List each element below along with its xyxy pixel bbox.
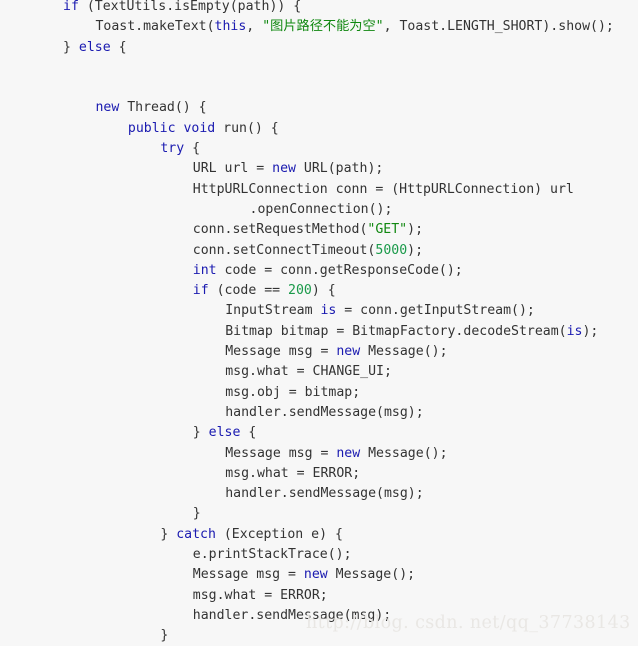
code-token-pln: Message msg = — [225, 344, 337, 360]
code-line: handler.sendMessage(msg); — [0, 403, 638, 423]
code-line: Message msg = new Message(); — [0, 565, 638, 585]
code-token-str: "GET" — [367, 222, 408, 238]
code-token-pln: (Exception e) { — [215, 526, 343, 542]
code-token-pln: msg.what = ERROR; — [192, 587, 328, 603]
code-token-pln: Message(); — [327, 567, 416, 583]
code-line: int code = conn.getResponseCode(); — [0, 261, 638, 281]
code-token-num: 200 — [288, 283, 312, 299]
code-token-kw: catch — [176, 526, 216, 542]
code-token-kw: is — [320, 303, 337, 319]
code-token-pln: .openConnection(); — [249, 201, 393, 217]
code-token-pln: Toast.makeText( — [95, 19, 215, 35]
code-token-kw: new — [272, 161, 296, 177]
code-token-pln: = conn.getInputStream(); — [336, 303, 535, 319]
code-token-kw: this — [214, 19, 247, 35]
code-token-pln: URL url = — [192, 161, 273, 177]
code-token-kw: new — [336, 445, 361, 461]
code-token-pln: Thread() { — [119, 100, 207, 116]
code-token-pln: msg.what = CHANGE_UI; — [225, 364, 392, 380]
code-line: new Thread() { — [0, 98, 638, 118]
code-token-pln: ) { — [311, 283, 336, 299]
code-token-kw: void — [183, 120, 216, 136]
code-line: } else { — [0, 38, 638, 58]
code-line: msg.what = CHANGE_UI; — [0, 362, 638, 382]
code-line: try { — [0, 139, 638, 159]
code-token-pln: ); — [407, 242, 424, 258]
code-token-pln: } — [160, 628, 169, 644]
code-token-pln: Message(); — [360, 445, 448, 461]
code-token-kw: new — [95, 100, 120, 116]
code-token-pln: conn.setConnectTimeout( — [192, 242, 376, 258]
code-token-kw: try — [160, 141, 185, 157]
code-token-pln: handler.sendMessage(msg); — [225, 486, 424, 502]
code-token-pln: e.printStackTrace(); — [192, 547, 352, 563]
code-token-kw: else — [208, 425, 241, 441]
code-token-pln: URL(path); — [295, 161, 384, 177]
code-token-pln: } — [63, 39, 79, 55]
code-token-kw: int — [192, 262, 217, 278]
code-token-pln: Message msg = — [225, 445, 337, 461]
code-line: if (TextUtils.isEmpty(path)) { — [0, 0, 638, 17]
code-line: public void run() { — [0, 119, 638, 139]
code-token-kw: new — [336, 344, 361, 360]
code-line: conn.setConnectTimeout(5000); — [0, 241, 638, 261]
code-token-pln: Message msg = — [192, 567, 304, 583]
code-token-pln: } — [192, 425, 209, 441]
code-token-pln: (code == — [208, 283, 289, 299]
code-token-pln: InputStream — [225, 303, 321, 319]
code-token-pln: , — [246, 19, 263, 35]
code-token-kw: is — [566, 323, 583, 339]
code-line: } else { — [0, 423, 638, 443]
code-token-pln: code = conn.getResponseCode(); — [216, 262, 463, 278]
code-token-pln: { — [110, 39, 127, 55]
code-line: msg.obj = bitmap; — [0, 383, 638, 403]
code-token-pln: , Toast.LENGTH_SHORT).show(); — [383, 19, 614, 35]
code-line: InputStream is = conn.getInputStream(); — [0, 301, 638, 321]
code-screenshot: if (TextUtils.isEmpty(path)) {Toast.make… — [0, 0, 638, 646]
code-token-pln: HttpURLConnection conn = (HttpURLConnect… — [192, 181, 574, 197]
code-token-kw: if — [192, 283, 209, 299]
code-token-pln: { — [240, 425, 257, 441]
code-token-pln: } — [192, 506, 201, 522]
code-token-pln: msg.obj = bitmap; — [225, 384, 361, 400]
code-token-num: 5000 — [375, 242, 408, 258]
code-line: conn.setRequestMethod("GET"); — [0, 220, 638, 240]
code-line: Message msg = new Message(); — [0, 342, 638, 362]
code-token-pln: Message(); — [360, 344, 448, 360]
code-line: if (code == 200) { — [0, 281, 638, 301]
code-token-pln: conn.setRequestMethod( — [192, 222, 368, 238]
code-token-pln: run() { — [215, 120, 279, 136]
code-token-pln: msg.what = ERROR; — [225, 465, 361, 481]
code-line: e.printStackTrace(); — [0, 545, 638, 565]
code-line: Message msg = new Message(); — [0, 444, 638, 464]
code-token-pln: ); — [407, 222, 424, 238]
code-token-kw: else — [78, 39, 111, 55]
code-line: } — [0, 504, 638, 524]
code-token-kw: public — [127, 120, 176, 136]
code-token-pln: handler.sendMessage(msg); — [225, 404, 424, 420]
code-token-pln: ); — [582, 323, 599, 339]
code-token-kw: new — [303, 567, 328, 583]
code-line: Toast.makeText(this, "图片路径不能为空", Toast.L… — [0, 17, 638, 37]
code-token-str: "图片路径不能为空" — [262, 19, 384, 35]
code-line: Bitmap bitmap = BitmapFactory.decodeStre… — [0, 322, 638, 342]
code-token-pln: Bitmap bitmap = BitmapFactory.decodeStre… — [225, 323, 567, 339]
code-line: } catch (Exception e) { — [0, 525, 638, 545]
code-token-kw: if — [63, 0, 79, 14]
code-listing[interactable]: if (TextUtils.isEmpty(path)) {Toast.make… — [0, 0, 638, 646]
watermark-text: http://blog. csdn. net/qq_37738143 — [306, 613, 631, 633]
code-line: handler.sendMessage(msg); — [0, 484, 638, 504]
code-line: HttpURLConnection conn = (HttpURLConnect… — [0, 180, 638, 200]
code-token-pln: (TextUtils.isEmpty(path)) { — [78, 0, 302, 14]
code-line: msg.what = ERROR; — [0, 464, 638, 484]
code-token-pln: } — [160, 526, 177, 542]
code-line: msg.what = ERROR; — [0, 586, 638, 606]
code-line: .openConnection(); — [0, 200, 638, 220]
code-line: URL url = new URL(path); — [0, 159, 638, 179]
code-token-pln: { — [184, 141, 201, 157]
